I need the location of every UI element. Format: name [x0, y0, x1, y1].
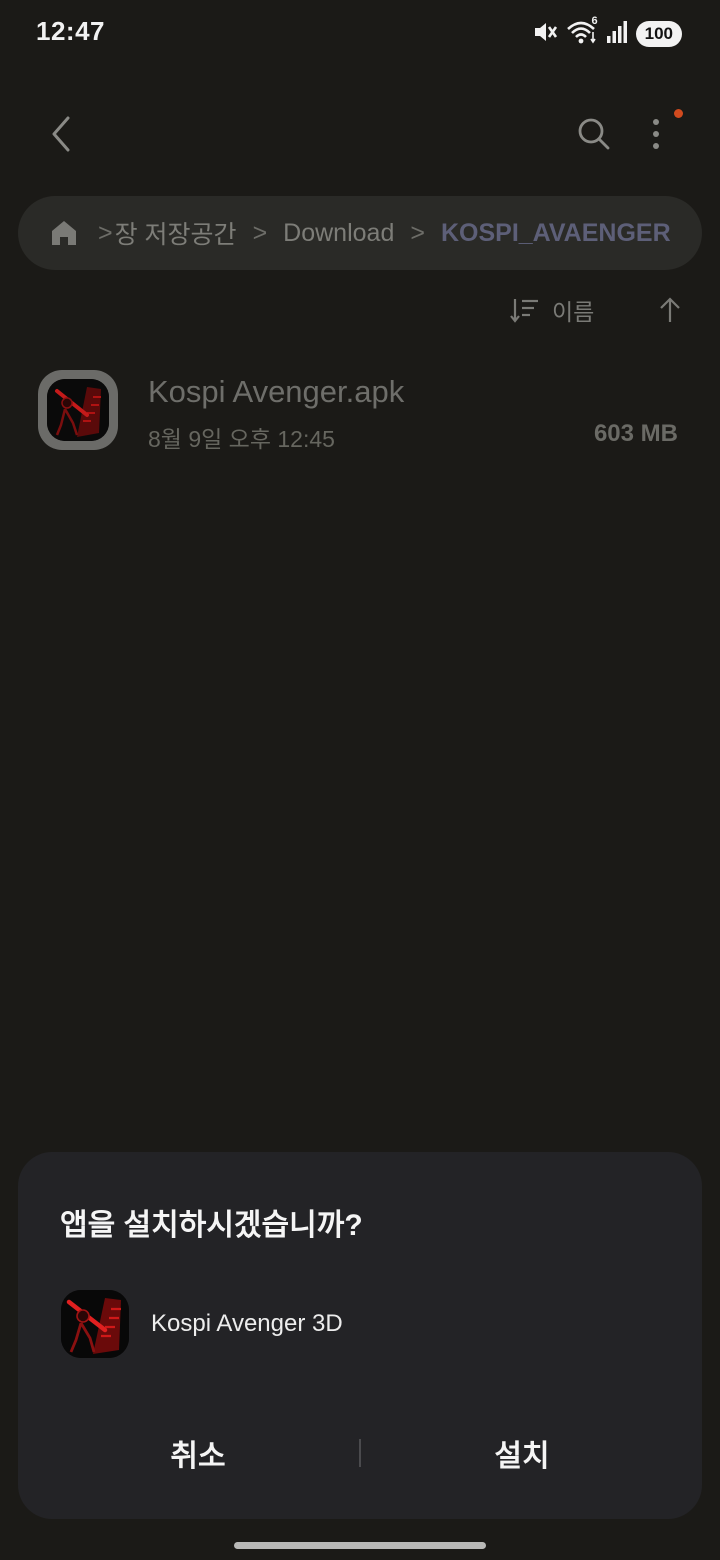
breadcrumb-current: KOSPI_AVAENGER: [440, 218, 671, 247]
breadcrumb: > 장 저장공간 > Download > KOSPI_AVAENGER: [18, 196, 702, 270]
breadcrumb-home[interactable]: [46, 215, 82, 251]
home-indicator[interactable]: [234, 1542, 486, 1549]
dialog-title: 앱을 설치하시겠습니까?: [60, 1209, 363, 1242]
apk-file-icon: [38, 370, 118, 450]
file-name: Kospi Avenger.apk: [148, 374, 405, 409]
arrow-up-icon: [660, 297, 680, 322]
chevron-right-icon: >: [410, 218, 425, 247]
file-size: 603 MB: [593, 420, 678, 447]
sort-order-button[interactable]: [652, 290, 688, 330]
chevron-right-icon: >: [98, 218, 113, 247]
notification-dot: [674, 109, 683, 118]
app-name: Kospi Avenger 3D: [151, 1310, 343, 1337]
battery-icon: 100: [635, 21, 682, 47]
file-date: 8월 9일 오후 12:45: [148, 426, 335, 452]
back-button[interactable]: [34, 106, 90, 162]
home-icon: [52, 221, 76, 245]
app-icon: [61, 1290, 129, 1358]
wifi-icon: 6: [566, 15, 598, 50]
signal-icon: [606, 20, 628, 49]
sort-row: 이름: [0, 286, 720, 332]
top-toolbar: [0, 96, 720, 172]
wifi-badge: 6: [591, 14, 598, 27]
install-button[interactable]: 설치: [362, 1416, 682, 1490]
status-bar: 12:47 6 100: [0, 0, 720, 66]
cancel-button[interactable]: 취소: [38, 1416, 358, 1490]
list-item[interactable]: Kospi Avenger.apk 8월 9일 오후 12:45 603 MB: [0, 356, 720, 464]
search-icon: [578, 118, 610, 150]
mute-icon: [532, 19, 558, 50]
button-divider: [359, 1439, 361, 1467]
search-button[interactable]: [566, 106, 622, 162]
back-arrow-icon: [52, 116, 70, 152]
status-time: 12:47: [36, 16, 105, 46]
install-dialog: 앱을 설치하시겠습니까? Kospi Avenger 3D 취소 설치: [18, 1152, 702, 1519]
sort-icon: [510, 299, 538, 323]
breadcrumb-item-storage[interactable]: 장 저장공간: [115, 215, 237, 251]
breadcrumb-item-download[interactable]: Download: [283, 219, 394, 248]
sort-label: 이름: [552, 299, 595, 325]
status-icons: 6 100: [532, 15, 682, 50]
more-vert-icon: [653, 119, 659, 149]
chevron-right-icon: >: [252, 218, 268, 247]
sort-button[interactable]: 이름: [508, 290, 594, 330]
